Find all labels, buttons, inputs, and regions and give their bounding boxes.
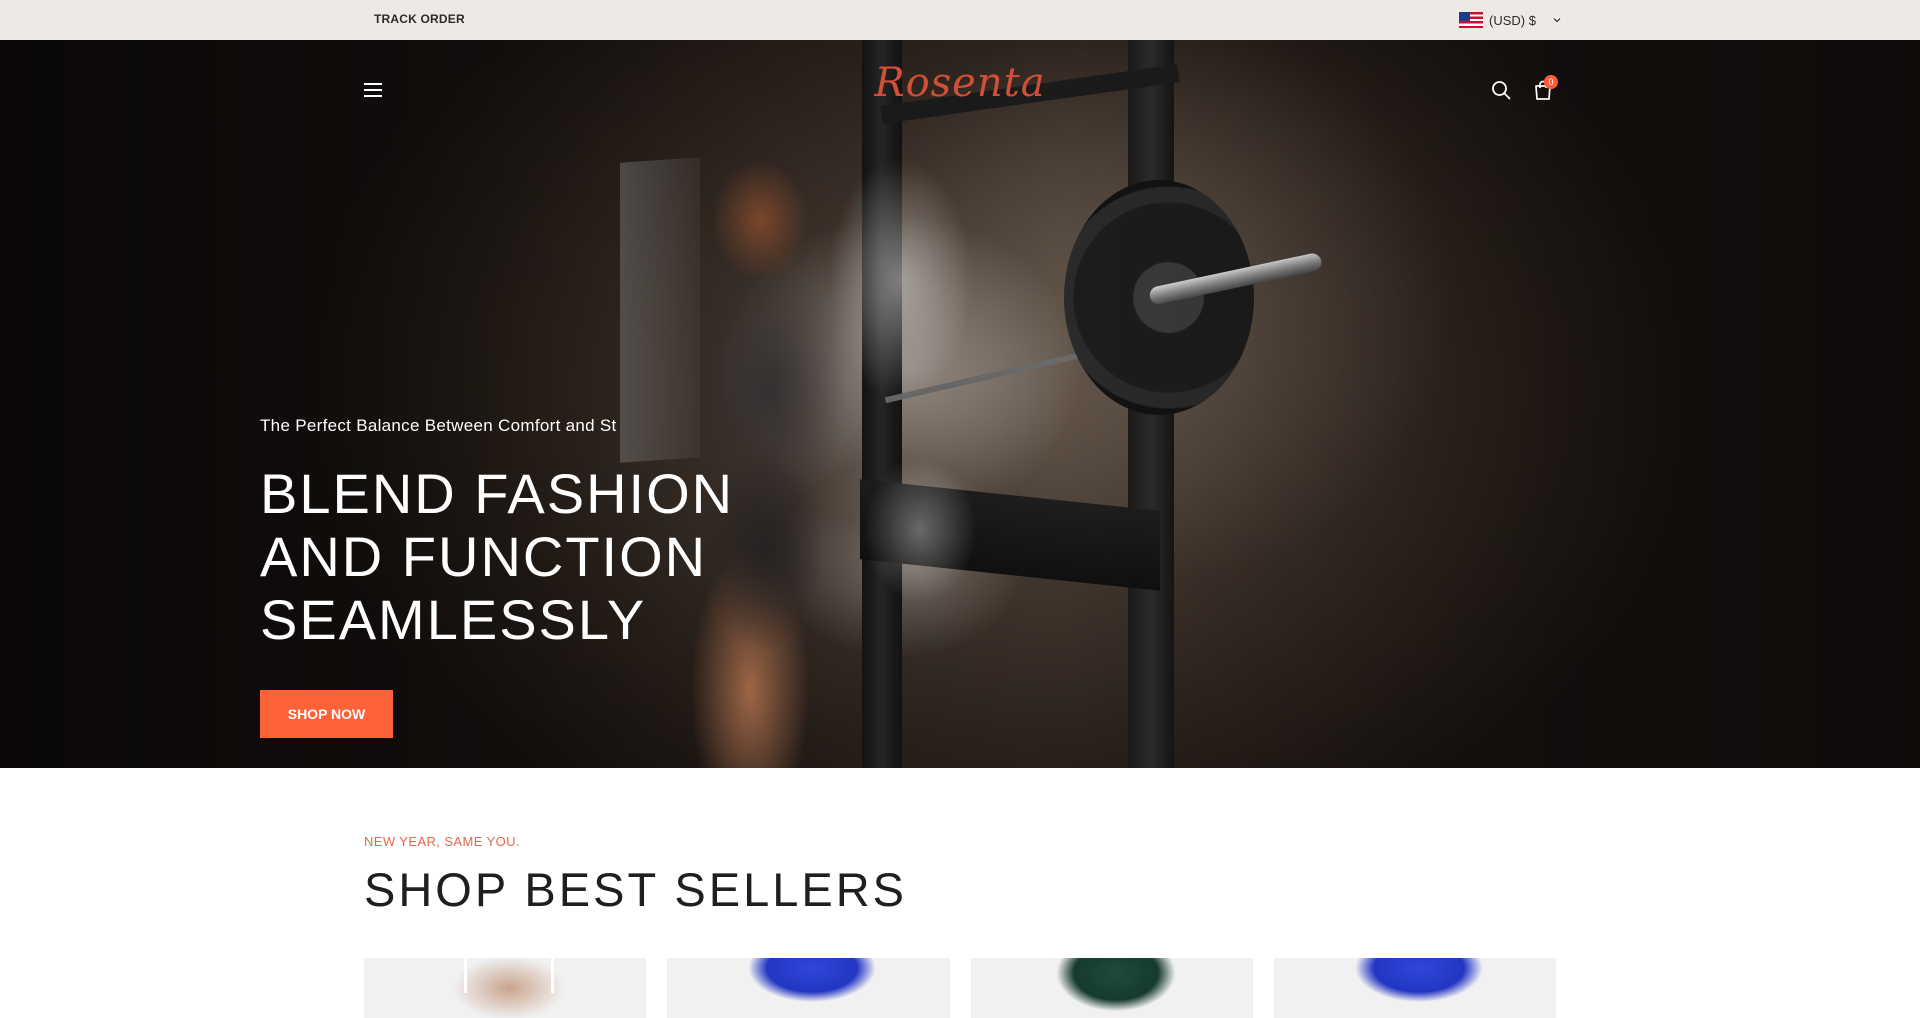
hero-subtitle: The Perfect Balance Between Comfort and … bbox=[260, 416, 617, 435]
product-card[interactable] bbox=[667, 958, 950, 1018]
hero-overlay bbox=[0, 40, 1920, 768]
shop-now-button[interactable]: SHOP NOW bbox=[260, 690, 393, 738]
section-title: SHOP BEST SELLERS bbox=[364, 863, 907, 916]
product-card[interactable] bbox=[364, 958, 647, 1018]
hero-title-line: AND FUNCTION bbox=[260, 525, 708, 588]
brand-logo[interactable]: Rosenta bbox=[860, 60, 1060, 114]
product-image bbox=[1353, 958, 1484, 1018]
product-image bbox=[747, 958, 878, 1018]
hero-banner bbox=[0, 40, 1920, 768]
product-image-detail bbox=[464, 958, 554, 993]
cart-count-badge: 0 bbox=[1544, 75, 1558, 89]
search-icon[interactable] bbox=[1490, 79, 1512, 101]
product-card[interactable] bbox=[970, 958, 1253, 1018]
currency-label: (USD) $ bbox=[1489, 12, 1536, 28]
us-flag-icon bbox=[1459, 12, 1483, 28]
hero-title-line: SEAMLESSLY bbox=[260, 588, 647, 651]
hero-title-line: BLEND FASHION bbox=[260, 462, 735, 525]
top-bar: TRACK ORDER (USD) $ bbox=[0, 0, 1920, 40]
section-eyebrow: NEW YEAR, SAME YOU. bbox=[364, 834, 520, 849]
currency-selector[interactable]: (USD) $ bbox=[1459, 9, 1564, 31]
product-grid bbox=[364, 958, 1556, 1018]
product-card[interactable] bbox=[1273, 958, 1556, 1018]
menu-icon[interactable] bbox=[364, 82, 384, 98]
chevron-down-icon bbox=[1553, 18, 1561, 23]
hero-title: BLEND FASHION AND FUNCTION SEAMLESSLY bbox=[260, 462, 880, 651]
track-order-link[interactable]: TRACK ORDER bbox=[374, 12, 465, 26]
product-image bbox=[1050, 958, 1181, 1018]
